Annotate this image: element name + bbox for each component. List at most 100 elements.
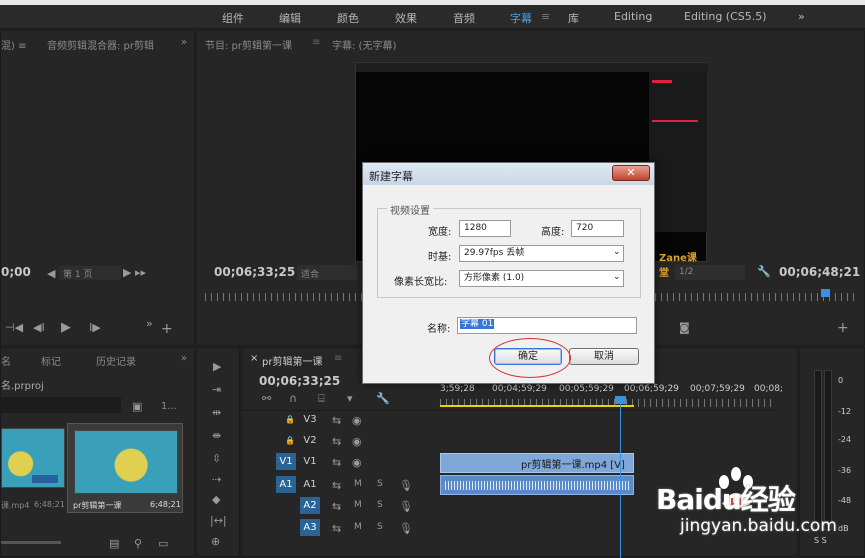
program-menu-icon[interactable]: ≡	[312, 37, 320, 48]
page-selector[interactable]: 第 1 页	[59, 266, 121, 280]
workspace-tab-editing-cs55[interactable]: Editing (CS5.5)	[684, 10, 767, 23]
program-timecode-current[interactable]: 00;06;33;25	[214, 265, 295, 279]
resolution-dropdown[interactable]: 1/2	[675, 265, 745, 280]
titles-tab[interactable]: 字幕: (无字幕)	[332, 37, 396, 52]
history-tab[interactable]: 历史记录	[96, 353, 136, 368]
wrench-icon[interactable]: 🔧	[757, 265, 771, 278]
workspace-tab-editing[interactable]: Editing	[614, 10, 652, 23]
timeline-sequence-tab[interactable]: pr剪辑第一课	[262, 353, 322, 368]
source-panel-tab-stub[interactable]: 混) ≡	[1, 37, 26, 52]
video-clip[interactable]: pr剪辑第一课.mp4 [V]	[440, 453, 634, 473]
project-overflow-icon[interactable]: »	[181, 353, 187, 364]
project-search-input[interactable]	[1, 397, 121, 413]
audio-mixer-tab[interactable]: 音频剪辑混合器: pr剪辑	[47, 37, 154, 52]
playhead-marker[interactable]	[821, 289, 830, 297]
solo-button[interactable]: S	[377, 500, 383, 510]
timeline-settings-icon[interactable]: 🔧	[376, 392, 390, 405]
source-patch-a1[interactable]: A1	[276, 476, 296, 493]
list-view-icon[interactable]: ▤	[109, 537, 119, 550]
lock-icon[interactable]: 🔒	[285, 436, 295, 445]
mic-icon[interactable]: 🎙	[399, 500, 413, 513]
track-label-a2[interactable]: A2	[300, 497, 320, 514]
sync-lock-icon[interactable]: ⇆	[332, 522, 341, 535]
marker-icon[interactable]: ▾	[347, 392, 353, 405]
sync-lock-icon[interactable]: ⇆	[332, 435, 341, 448]
rate-stretch-tool-icon[interactable]: ⇳	[212, 452, 221, 465]
workspace-tab-edit[interactable]: 编辑	[279, 10, 301, 26]
step-back-icon[interactable]: ⊣◀	[5, 321, 23, 334]
solo-button[interactable]: S	[377, 479, 383, 489]
track-label-a3[interactable]: A3	[300, 519, 320, 536]
mute-button[interactable]: M	[354, 500, 362, 510]
dialog-close-button[interactable]: ✕	[612, 165, 650, 181]
frame-forward-icon[interactable]: I▶	[89, 321, 101, 334]
add-button-icon[interactable]: +	[161, 321, 173, 337]
page-prev-icon[interactable]: ◀	[47, 267, 55, 280]
eye-icon[interactable]: ◉	[352, 435, 362, 448]
pen-tool-icon[interactable]: ⊕	[211, 535, 220, 548]
width-input[interactable]: 1280	[459, 220, 511, 237]
bin-icon[interactable]: ▣	[132, 400, 142, 413]
search-icon[interactable]: ⚲	[134, 537, 142, 550]
zoom-slider[interactable]	[1, 541, 61, 544]
clip-thumbnail[interactable]	[1, 428, 65, 488]
workspace-tab-components[interactable]: 组件	[222, 10, 244, 26]
workspace-overflow-icon[interactable]: »	[798, 10, 805, 23]
fit-dropdown[interactable]: 适合	[297, 265, 357, 280]
eye-icon[interactable]: ◉	[352, 414, 362, 427]
track-label-v1[interactable]: V1	[300, 453, 320, 470]
source-overflow-icon[interactable]: »	[146, 317, 153, 330]
camera-icon[interactable]: ◙	[679, 321, 690, 334]
par-select[interactable]: 方形像素 (1.0)	[459, 270, 624, 287]
audio-clip[interactable]	[440, 475, 634, 495]
source-patch-v1[interactable]: V1	[276, 453, 296, 470]
source-panel-overflow-icon[interactable]: »	[181, 37, 187, 48]
timeline-playhead[interactable]	[620, 397, 621, 558]
source-timecode[interactable]: 0;00	[1, 265, 31, 279]
linked-selection-icon[interactable]: ∩	[289, 392, 297, 405]
track-label-v2[interactable]: V2	[300, 432, 320, 449]
mute-button[interactable]: M	[354, 522, 362, 532]
ripple-edit-tool-icon[interactable]: ⇹	[212, 406, 221, 419]
cancel-button[interactable]: 取消	[569, 348, 639, 365]
playhead-handle[interactable]	[615, 396, 626, 404]
project-tab[interactable]: 名	[1, 353, 11, 368]
timeline-close-icon[interactable]: ×	[250, 353, 258, 364]
sync-lock-icon[interactable]: ⇆	[332, 414, 341, 427]
height-input[interactable]: 720	[571, 220, 624, 237]
new-item-icon[interactable]: ▭	[158, 537, 168, 550]
workspace-tab-library[interactable]: 库	[568, 10, 579, 26]
frame-back-icon[interactable]: ◀I	[33, 321, 45, 334]
razor-tool-icon[interactable]: ◆	[212, 493, 220, 506]
name-input[interactable]: 字幕 01	[457, 317, 637, 334]
sync-lock-icon[interactable]: ⇆	[332, 479, 341, 492]
solo-button[interactable]: S	[377, 522, 383, 532]
workspace-menu-icon[interactable]: ≡	[541, 10, 550, 23]
rolling-edit-tool-icon[interactable]: ⇼	[212, 429, 221, 442]
workspace-tab-audio[interactable]: 音频	[453, 10, 475, 26]
sync-lock-icon[interactable]: ⇆	[332, 500, 341, 513]
program-monitor-title[interactable]: 节目: pr剪辑第一课	[205, 37, 292, 52]
sync-lock-icon[interactable]: ⇆	[332, 456, 341, 469]
timebase-select[interactable]: 29.97fps 丢帧	[459, 245, 624, 262]
track-select-tool-icon[interactable]: ⇥	[212, 383, 221, 396]
timeline-menu-icon[interactable]: ≡	[334, 353, 342, 364]
slip-tool-icon[interactable]: ⇢	[212, 473, 221, 486]
work-area-bar[interactable]	[440, 405, 634, 407]
track-label-a1[interactable]: A1	[300, 476, 320, 493]
eye-icon[interactable]: ◉	[352, 456, 362, 469]
mic-icon[interactable]: 🎙	[399, 522, 413, 535]
mute-button[interactable]: M	[354, 479, 362, 489]
play-icon[interactable]: ▶	[61, 320, 71, 335]
markers-tab[interactable]: 标记	[41, 353, 61, 368]
slide-tool-icon[interactable]: |↔|	[210, 514, 227, 527]
lock-icon[interactable]: 🔒	[285, 415, 295, 424]
workspace-tab-effects[interactable]: 效果	[395, 10, 417, 26]
timeline-timecode[interactable]: 00;06;33;25	[259, 374, 340, 388]
page-next-icon[interactable]: ▶ ▸▸	[123, 266, 146, 279]
track-label-v3[interactable]: V3	[300, 411, 320, 428]
mic-icon[interactable]: 🎙	[399, 479, 413, 492]
snap-icon[interactable]: ⚯	[262, 392, 271, 405]
add-marker-icon[interactable]: ⌸	[318, 392, 325, 406]
program-add-icon[interactable]: +	[837, 320, 849, 336]
